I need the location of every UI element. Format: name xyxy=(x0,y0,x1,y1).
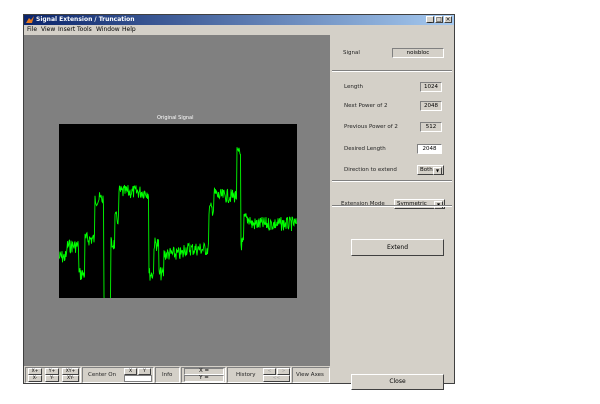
menu-file[interactable]: File xyxy=(27,26,37,33)
info-group: Info xyxy=(155,367,180,383)
length-value: 1024 xyxy=(420,82,442,92)
plot-area: Original Signal xyxy=(24,35,330,366)
coordinates-group: X = Y = xyxy=(181,367,226,383)
separator xyxy=(332,70,452,72)
direction-label: Direction to extend xyxy=(344,167,397,173)
previous-power-label: Previous Power of 2 xyxy=(344,124,398,130)
signal-trace xyxy=(58,147,297,311)
menu-insert[interactable]: Insert xyxy=(58,26,75,33)
separator xyxy=(332,180,452,182)
zoom-x-out-button[interactable]: X- xyxy=(28,375,42,382)
zoom-y-out-button[interactable]: Y- xyxy=(45,375,59,382)
previous-power-value: 512 xyxy=(420,122,442,132)
window-title: Signal Extension / Truncation xyxy=(36,16,135,23)
view-axes-group: View Axes xyxy=(292,367,330,383)
menu-view[interactable]: View xyxy=(41,26,55,33)
zoom-xy-out-button[interactable]: XY- xyxy=(62,375,79,382)
chevron-down-icon: ▼ xyxy=(433,167,442,175)
center-x-button[interactable]: X xyxy=(124,368,137,375)
zoom-group: X+ Y+ XY+ X- Y- XY- xyxy=(25,367,81,383)
x-coordinate: X = xyxy=(184,368,224,375)
minimize-button[interactable]: _ xyxy=(426,16,434,23)
control-panel: Signal noisbloc Length 1024 Next Power o… xyxy=(331,35,454,390)
menu-bar: File View Insert Tools Window Help xyxy=(24,25,454,34)
direction-select[interactable]: Both ▼ xyxy=(417,165,444,175)
center-on-group: Center On X Y xyxy=(82,367,154,383)
menu-help[interactable]: Help xyxy=(122,26,136,33)
maximize-button[interactable]: □ xyxy=(435,16,443,23)
extension-mode-select[interactable]: Symmetric ▼ xyxy=(394,199,445,209)
history-forward-button[interactable]: > xyxy=(277,368,290,375)
matlab-logo-icon xyxy=(26,16,34,23)
close-window-button[interactable]: × xyxy=(444,16,452,23)
menu-window[interactable]: Window xyxy=(96,26,120,33)
menu-tools[interactable]: Tools xyxy=(77,26,92,33)
center-on-label: Center On xyxy=(88,372,117,378)
signal-axes[interactable] xyxy=(58,124,297,311)
plot-title: Original Signal xyxy=(157,115,194,121)
desired-length-input[interactable]: 2048 xyxy=(417,144,442,154)
zoom-y-in-button[interactable]: Y+ xyxy=(45,368,59,375)
center-y-button[interactable]: Y xyxy=(138,368,151,375)
direction-select-value: Both xyxy=(420,167,433,173)
zoom-x-in-button[interactable]: X+ xyxy=(28,368,42,375)
view-axes-button[interactable]: View Axes xyxy=(296,372,324,378)
separator xyxy=(332,205,452,207)
history-label: History xyxy=(236,372,256,378)
center-value-field[interactable] xyxy=(124,375,152,382)
history-reset-button[interactable]: << xyxy=(263,375,290,382)
info-label: Info xyxy=(162,372,173,378)
history-group: History < > << xyxy=(227,367,291,383)
length-label: Length xyxy=(344,84,363,90)
signal-name-value: noisbloc xyxy=(392,48,444,58)
zoom-xy-in-button[interactable]: XY+ xyxy=(62,368,79,375)
title-bar: Signal Extension / Truncation _ □ × xyxy=(24,15,454,25)
history-back-button[interactable]: < xyxy=(263,368,276,375)
next-power-label: Next Power of 2 xyxy=(344,103,388,109)
signal-label: Signal xyxy=(343,50,360,56)
close-button[interactable]: Close xyxy=(351,374,444,390)
extend-button[interactable]: Extend xyxy=(351,239,444,256)
next-power-value: 2048 xyxy=(420,101,442,111)
y-coordinate: Y = xyxy=(184,375,224,382)
app-window: Signal Extension / Truncation _ □ × File… xyxy=(23,14,455,390)
desired-length-label: Desired Length xyxy=(344,146,386,152)
